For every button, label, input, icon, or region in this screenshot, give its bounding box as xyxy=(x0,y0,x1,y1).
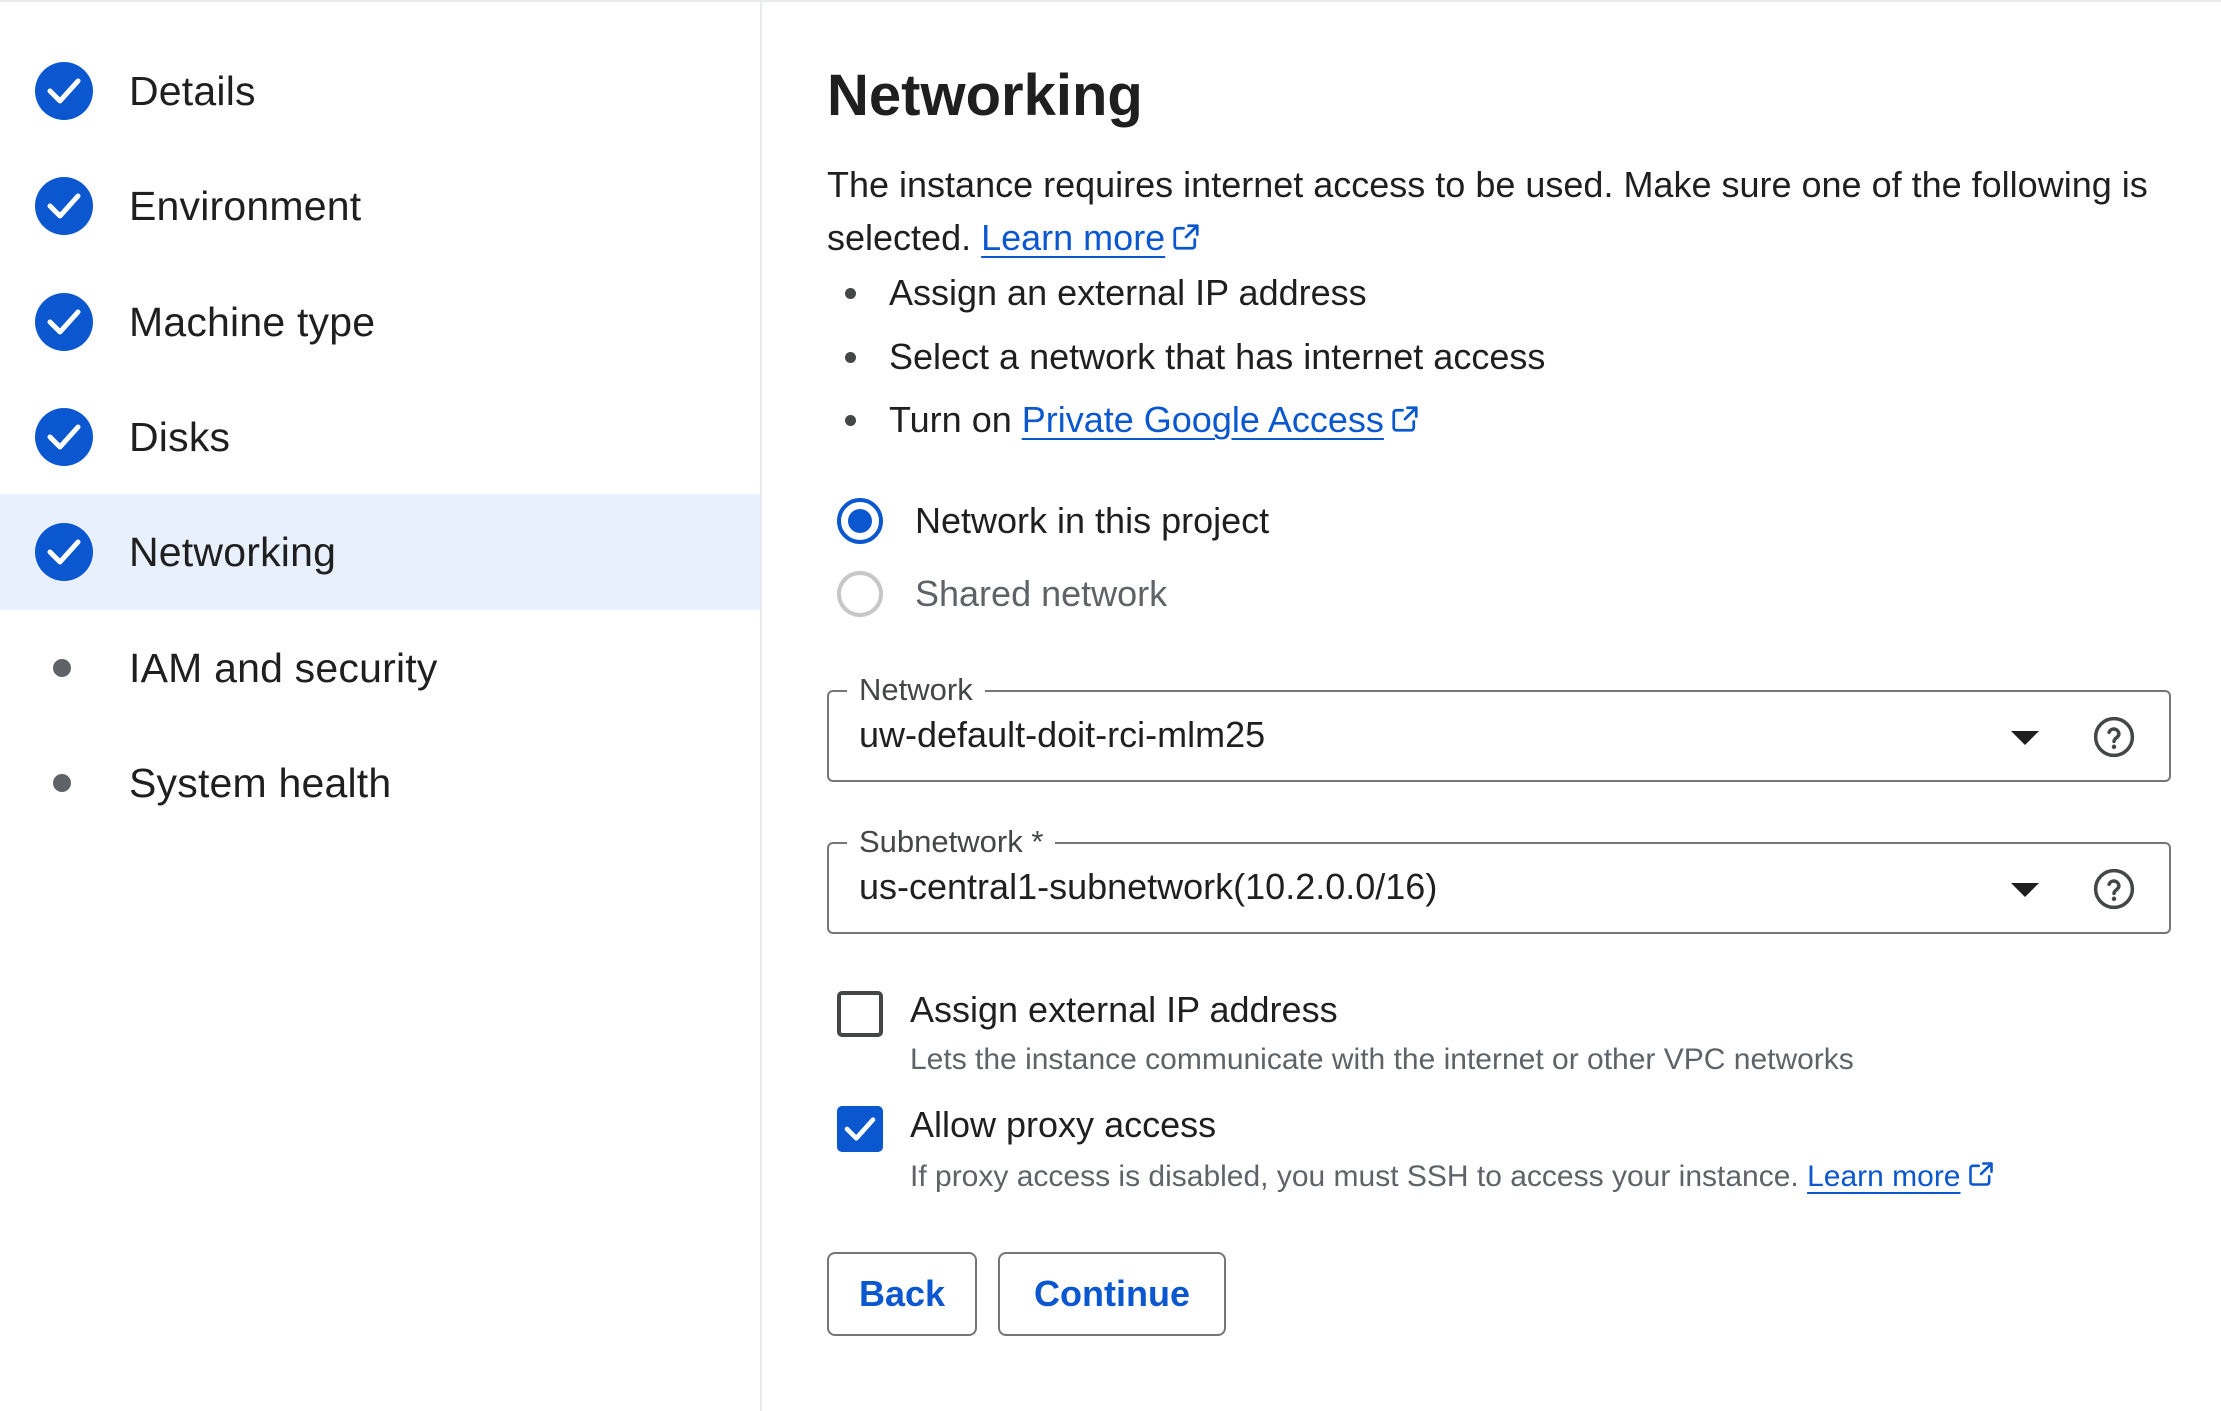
external-link-icon xyxy=(1392,406,1418,432)
step-machine-type[interactable]: Machine type xyxy=(0,264,760,380)
checkbox-unchecked-icon[interactable] xyxy=(837,991,883,1037)
step-label: IAM and security xyxy=(129,644,438,691)
network-select[interactable]: Network uw-default-doit-rci-mlm25 xyxy=(827,672,2171,782)
step-label: Disks xyxy=(129,413,231,460)
step-label: System health xyxy=(129,759,392,806)
radio-selected-icon[interactable] xyxy=(837,498,883,544)
bullet-icon xyxy=(845,287,856,299)
checkbox-help-text: Lets the instance communicate with the i… xyxy=(910,1043,1854,1076)
intro-paragraph: The instance requires internet access to… xyxy=(827,158,2187,264)
check-circle-icon xyxy=(35,293,93,351)
network-label: Network xyxy=(847,672,985,708)
step-dot-icon xyxy=(53,659,71,677)
page-title: Networking xyxy=(827,63,1143,128)
help-icon[interactable] xyxy=(2093,716,2135,758)
step-networking[interactable]: Networking xyxy=(0,494,760,610)
checkbox-check-icon[interactable] xyxy=(837,1106,883,1152)
subnetwork-value: us-central1-subnetwork(10.2.0.0/16) xyxy=(859,866,1438,907)
check-circle-icon xyxy=(35,177,93,235)
proxy-learn-more-link[interactable]: Learn more xyxy=(1807,1160,1994,1193)
dropdown-arrow-icon[interactable] xyxy=(2011,731,2039,745)
bullet-icon xyxy=(845,414,856,426)
private-google-access-link[interactable]: Private Google Access xyxy=(1022,399,1420,440)
checkbox-help-text: If proxy access is disabled, you must SS… xyxy=(910,1160,1995,1194)
check-circle-icon xyxy=(35,523,93,581)
step-environment[interactable]: Environment xyxy=(0,148,760,264)
bullet-icon xyxy=(845,351,856,363)
check-circle-icon xyxy=(35,62,93,120)
step-label: Environment xyxy=(129,182,362,229)
external-link-icon xyxy=(1968,1162,1993,1186)
step-label: Machine type xyxy=(129,298,376,345)
network-value: uw-default-doit-rci-mlm25 xyxy=(859,714,1266,755)
back-button[interactable]: Back xyxy=(827,1252,977,1336)
create-instance-page: Details Environment Machine type Disks N… xyxy=(0,0,2221,1411)
external-link-icon xyxy=(1173,224,1199,250)
radio-network-in-project[interactable]: Network in this project xyxy=(837,493,1269,549)
bullet-prefix: Turn on xyxy=(889,399,1022,440)
subnetwork-select[interactable]: Subnetwork * us-central1-subnetwork(10.2… xyxy=(827,824,2171,934)
step-system-health[interactable]: System health xyxy=(0,725,760,841)
step-details[interactable]: Details xyxy=(0,33,760,149)
step-dot-icon xyxy=(53,774,71,792)
step-disks[interactable]: Disks xyxy=(0,379,760,495)
help-icon[interactable] xyxy=(2093,868,2135,910)
step-label: Networking xyxy=(129,528,337,575)
radio-unselected-icon[interactable] xyxy=(837,571,883,617)
subnetwork-label: Subnetwork * xyxy=(847,824,1056,860)
stepper-sidebar: Details Environment Machine type Disks N… xyxy=(0,0,762,1411)
step-label: Details xyxy=(129,67,256,114)
dropdown-arrow-icon[interactable] xyxy=(2011,883,2039,897)
continue-button[interactable]: Continue xyxy=(998,1252,1226,1336)
learn-more-link[interactable]: Learn more xyxy=(981,217,1201,258)
radio-shared-network[interactable]: Shared network xyxy=(837,566,1167,622)
step-iam-and-security[interactable]: IAM and security xyxy=(0,610,760,726)
check-circle-icon xyxy=(35,408,93,466)
